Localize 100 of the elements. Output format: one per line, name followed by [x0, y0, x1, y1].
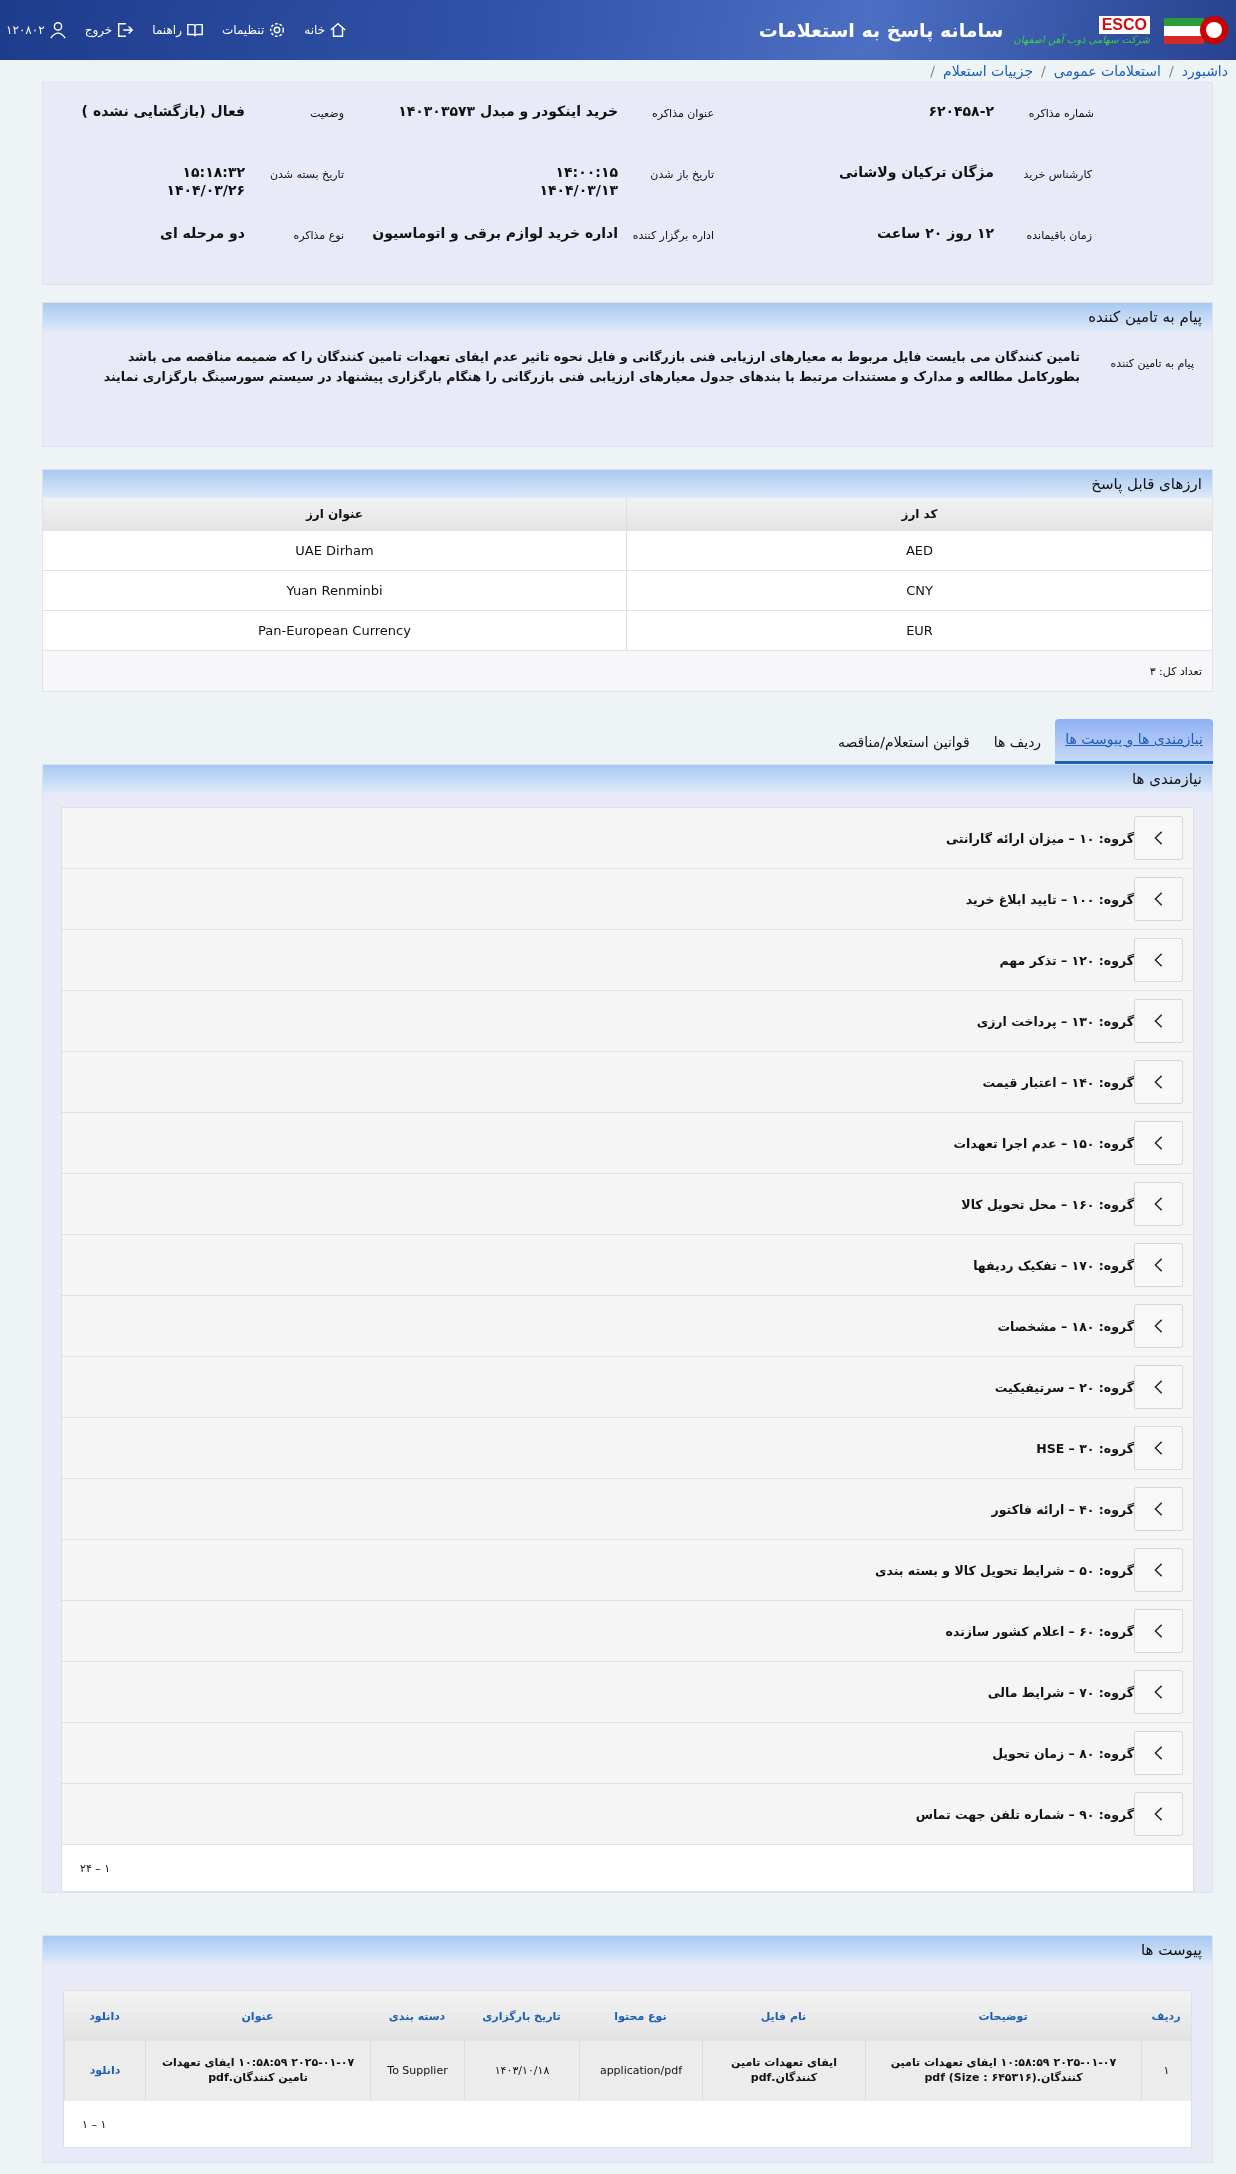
group-row[interactable]: گروه: ۴۰ – ارائه فاکتور — [62, 1479, 1193, 1540]
app-title: سامانه پاسخ به استعلامات — [758, 19, 1004, 41]
group-row[interactable]: گروه: ۱۷۰ – تفکیک ردیفها — [62, 1235, 1193, 1296]
field-label: زمان باقیمانده — [1025, 228, 1093, 244]
nav-link[interactable]: تنظیمات — [221, 21, 287, 39]
column-header: دسته بندی — [387, 2008, 447, 2025]
group-row[interactable]: گروه: ۱۰ – میزان ارائه گارانتی — [62, 808, 1193, 869]
group-row[interactable]: گروه: ۲۰ – سرتیفیکیت — [62, 1357, 1193, 1418]
table-cell: ایفای تعهدات تامین کنندگان.pdf — [702, 2041, 865, 2101]
breadcrumb-link[interactable]: استعلامات عمومی — [1053, 63, 1161, 79]
expand-button[interactable] — [1134, 938, 1183, 982]
user-icon — [48, 21, 67, 39]
expand-button[interactable] — [1134, 1121, 1183, 1165]
group-label: گروه: ۱۵۰ – عدم اجرا تعهدات — [953, 1135, 1134, 1151]
expand-button[interactable] — [1134, 877, 1183, 921]
expand-button[interactable] — [1134, 1670, 1183, 1714]
breadcrumb-separator: / — [1168, 63, 1174, 79]
group-row[interactable]: گروه: ۱۵۰ – عدم اجرا تعهدات — [62, 1113, 1193, 1174]
pager-text: ۱ – ۱ — [82, 2117, 107, 2131]
book-icon — [185, 21, 204, 39]
column-header: نام فایل — [759, 2008, 808, 2025]
breadcrumb-link[interactable]: جزییات استعلام — [943, 63, 1034, 79]
field-value: ۱۵:۱۸:۳۲ ۱۴۰۴/۰۳/۲۶ — [165, 163, 245, 200]
nav-link[interactable]: خروج — [84, 21, 135, 39]
table-cell: ۱ — [1141, 2041, 1191, 2101]
group-label: گروه: ۴۰ – ارائه فاکتور — [991, 1501, 1134, 1517]
group-row[interactable]: گروه: ۱۰۰ – تایید ابلاغ خرید — [62, 869, 1193, 930]
breadcrumb-separator: / — [1041, 63, 1046, 79]
expand-button[interactable] — [1134, 1304, 1183, 1348]
breadcrumb-separator: / — [930, 63, 936, 79]
company-name: شرکت سهامی ذوب آهن اصفهان — [1013, 33, 1150, 45]
column-header: کد ارز — [626, 498, 1212, 530]
section-title: پیام به تامین کننده — [1088, 308, 1202, 326]
group-label: گروه: ۱۲۰ – تذکر مهم — [999, 952, 1134, 968]
table-cell-text: UAE Dirham — [294, 542, 375, 560]
table-cell: AED — [626, 531, 1212, 570]
group-row[interactable]: گروه: ۶۰ – اعلام کشور سازنده — [62, 1601, 1193, 1662]
group-row[interactable]: گروه: ۱۶۰ – محل تحویل کالا — [62, 1174, 1193, 1235]
field-value: دو مرحله ای — [159, 224, 245, 244]
tab[interactable]: ردیف ها — [983, 722, 1052, 764]
nav-link[interactable]: ۱۲۰۸۰۲ — [6, 21, 67, 39]
group-row[interactable]: گروه: ۱۳۰ – پرداخت ارزی — [62, 991, 1193, 1052]
download-link[interactable]: دانلود — [89, 2063, 121, 2079]
total-count: تعداد کل: ۳ — [1149, 664, 1202, 678]
column-header: عنوان — [240, 2008, 275, 2025]
nav-link[interactable]: راهنما — [152, 21, 204, 39]
expand-button[interactable] — [1134, 1487, 1183, 1531]
expand-button[interactable] — [1134, 999, 1183, 1043]
group-label: گروه: ۱۶۰ – محل تحویل کالا — [961, 1196, 1134, 1212]
field-value: ۱۴:۰۰:۱۵ ۱۴۰۴/۰۳/۱۳ — [538, 163, 618, 200]
group-row[interactable]: گروه: ۱۴۰ – اعتبار قیمت — [62, 1052, 1193, 1113]
column-header: توضیحات — [977, 2008, 1029, 2025]
expand-button[interactable] — [1134, 1731, 1183, 1775]
expand-button[interactable] — [1134, 1060, 1183, 1104]
group-label: گروه: ۲۰ – سرتیفیکیت — [994, 1379, 1134, 1395]
expand-button[interactable] — [1134, 1792, 1183, 1836]
home-icon — [329, 21, 348, 39]
expand-button[interactable] — [1134, 816, 1183, 860]
table-cell: ۱۴۰۳/۱۰/۱۸ — [464, 2041, 579, 2101]
group-row[interactable]: گروه: ۷۰ – شرایط مالی — [62, 1662, 1193, 1723]
field-value: اداره خرید لوازم برقی و اتوماسیون — [371, 224, 618, 244]
table-cell: CNY — [626, 571, 1212, 610]
group-label: گروه: ۱۰۰ – تایید ابلاغ خرید — [965, 891, 1134, 907]
column-header: دانلود — [88, 2008, 121, 2025]
group-label: گروه: ۶۰ – اعلام کشور سازنده — [945, 1623, 1134, 1639]
group-row[interactable]: گروه: ۵۰ – شرایط تحویل کالا و بسته بندی — [62, 1540, 1193, 1601]
field-label: کارشناس خرید — [1022, 167, 1093, 183]
expand-button[interactable] — [1134, 1426, 1183, 1470]
expand-button[interactable] — [1134, 1609, 1183, 1653]
group-label: گروه: ۱۳۰ – پرداخت ارزی — [976, 1013, 1134, 1029]
section-title: نیازمندی ها — [1132, 770, 1202, 788]
field-label: تاریخ باز شدن — [649, 167, 715, 183]
field-label: پیام به تامین کننده — [1109, 356, 1194, 372]
expand-button[interactable] — [1134, 1548, 1183, 1592]
column-header: ردیف — [1150, 2008, 1182, 2025]
group-label: گروه: ۱۸۰ – مشخصات — [997, 1318, 1134, 1334]
group-row[interactable]: گروه: ۸۰ – زمان تحویل — [62, 1723, 1193, 1784]
table-cell-text: Pan-European Currency — [257, 622, 412, 640]
group-row[interactable]: گروه: ۳۰ – HSE — [62, 1418, 1193, 1479]
field-label: اداره برگزار کننده — [631, 228, 715, 244]
expand-button[interactable] — [1134, 1182, 1183, 1226]
expand-button[interactable] — [1134, 1243, 1183, 1287]
group-label: گروه: ۵۰ – شرایط تحویل کالا و بسته بندی — [875, 1562, 1134, 1578]
group-row[interactable]: گروه: ۱۸۰ – مشخصات — [62, 1296, 1193, 1357]
logo-text: ESCO — [1098, 15, 1150, 34]
group-label: گروه: ۱۰ – میزان ارائه گارانتی — [946, 830, 1134, 846]
group-row[interactable]: گروه: ۱۲۰ – تذکر مهم — [62, 930, 1193, 991]
column-header: عنوان ارز — [304, 506, 365, 524]
tab[interactable]: نیازمندی ها و پیوست ها — [1055, 719, 1213, 764]
expand-button[interactable] — [1134, 1365, 1183, 1409]
field-value: ۶۲۰۴۵۸-۲ — [927, 102, 994, 121]
field-label: وضعیت — [308, 106, 345, 122]
field-label: شماره مذاکره — [1027, 106, 1094, 122]
field-value: ۱۲ روز ۲۰ ساعت — [875, 224, 994, 244]
field-label: عنوان مذاکره — [651, 106, 715, 122]
field-value: خرید اینکودر و مبدل ۱۴۰۳۰۳۵۷۳ — [397, 102, 618, 122]
breadcrumb-link[interactable]: داشبورد — [1181, 63, 1228, 79]
nav-link[interactable]: خانه — [304, 21, 348, 39]
table-cell: ۲۰۲۵-۰۱-۰۷ ۱۰:۵۸:۵۹ ایفای تعهدات تامین کنندگان.pdf — [145, 2041, 370, 2101]
tab[interactable]: قوانین استعلام/مناقصه — [827, 722, 980, 764]
